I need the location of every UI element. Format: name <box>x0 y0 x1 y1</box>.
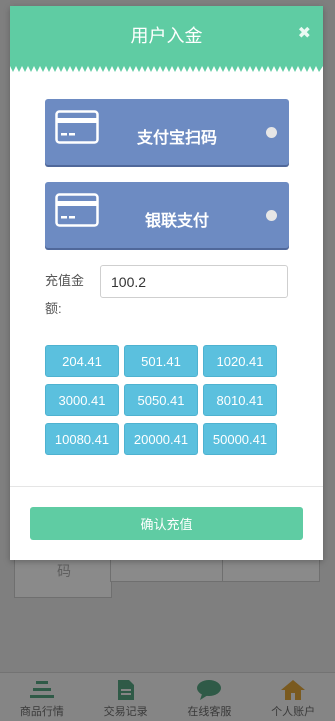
chat-bubble-icon <box>197 679 222 701</box>
preset-amount-button[interactable]: 3000.41 <box>45 384 119 416</box>
confirm-deposit-button[interactable]: 确认充值 <box>30 507 303 540</box>
tab-market[interactable]: 商品行情 <box>0 673 84 721</box>
tab-account[interactable]: 个人账户 <box>251 673 335 721</box>
pay-option-unionpay-radio[interactable] <box>266 210 277 221</box>
pay-option-unionpay-label: 银联支付 <box>144 213 209 230</box>
tab-records[interactable]: 交易记录 <box>84 673 168 721</box>
close-icon[interactable]: ✖ <box>298 24 311 44</box>
home-icon <box>281 679 306 701</box>
pay-option-alipay-label: 支付宝扫码 <box>136 130 217 147</box>
tab-account-label: 个人账户 <box>271 706 316 718</box>
credit-card-icon <box>55 193 99 232</box>
footer-divider <box>10 486 323 487</box>
preset-amount-button[interactable]: 50000.41 <box>203 423 277 455</box>
amount-label: 充值金额: <box>45 273 85 316</box>
credit-card-icon <box>55 110 99 149</box>
tab-records-label: 交易记录 <box>103 706 148 718</box>
deposit-modal: 用户入金 ✖ 支付宝扫码 银联支付 充值金额: 204.41 501.41 10… <box>10 6 323 560</box>
tab-market-label: 商品行情 <box>19 706 64 718</box>
background-partial-text: 码 <box>57 563 71 579</box>
tab-support-label: 在线客服 <box>187 706 232 718</box>
preset-amount-button[interactable]: 1020.41 <box>203 345 277 377</box>
chart-bars-icon <box>29 679 54 701</box>
pay-option-alipay[interactable]: 支付宝扫码 <box>45 99 289 165</box>
pay-option-unionpay[interactable]: 银联支付 <box>45 182 289 248</box>
header-zigzag-edge <box>10 66 323 72</box>
preset-amount-button[interactable]: 204.41 <box>45 345 119 377</box>
amount-input[interactable] <box>100 265 288 298</box>
preset-amount-button[interactable]: 20000.41 <box>124 423 198 455</box>
background-card-left: 码 <box>14 556 112 598</box>
pay-option-alipay-radio[interactable] <box>266 127 277 138</box>
modal-title: 用户入金 <box>130 26 203 46</box>
bottom-tab-bar: 商品行情 交易记录 在线客服 个人账户 <box>0 672 335 721</box>
modal-header: 用户入金 ✖ <box>10 6 323 72</box>
preset-amount-button[interactable]: 501.41 <box>124 345 198 377</box>
document-icon <box>117 679 135 701</box>
preset-amount-button[interactable]: 5050.41 <box>124 384 198 416</box>
preset-amount-button[interactable]: 10080.41 <box>45 423 119 455</box>
tab-support[interactable]: 在线客服 <box>168 673 252 721</box>
preset-amount-button[interactable]: 8010.41 <box>203 384 277 416</box>
